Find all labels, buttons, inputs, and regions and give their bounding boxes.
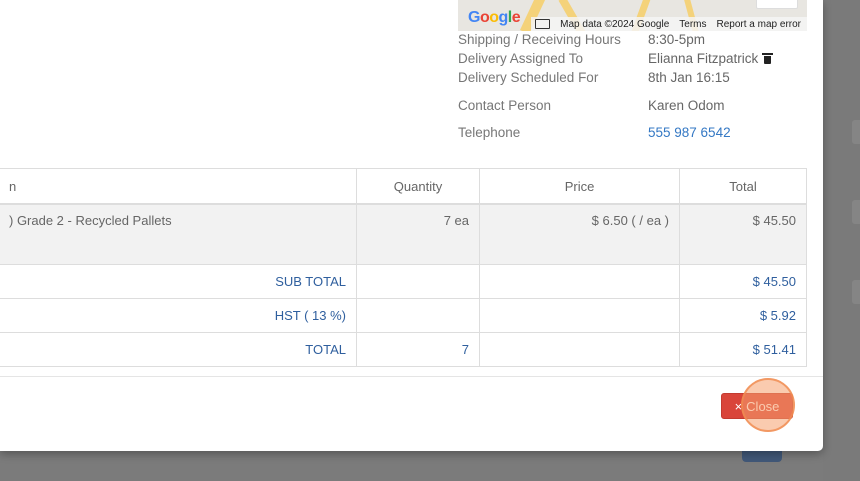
detail-assigned-to: Delivery Assigned To Elianna Fitzpatrick	[458, 51, 808, 71]
detail-contact-person: Contact Person Karen Odom	[458, 98, 808, 118]
map-data-text: Map data ©2024 Google	[560, 18, 670, 30]
modal-footer-divider	[0, 376, 823, 377]
modal-backdrop[interactable]	[823, 0, 860, 481]
item-quantity: 7 ea	[356, 203, 480, 265]
tax-row: HST ( 13 %) $ 5.92	[0, 298, 807, 333]
telephone-link[interactable]: 555 987 6542	[648, 125, 731, 140]
background-tab	[852, 280, 860, 304]
detail-shipping-hours: Shipping / Receiving Hours 8:30-5pm	[458, 32, 808, 52]
close-button[interactable]: × Close	[721, 393, 793, 419]
item-name-link[interactable]: ) Grade 2 - Recycled Pallets	[0, 203, 357, 265]
detail-label: Telephone	[458, 125, 521, 140]
header-quantity: Quantity	[356, 168, 480, 205]
total-label: TOTAL	[0, 332, 357, 367]
order-items-table: n Quantity Price Total ) Grade 2 - Recyc…	[0, 168, 807, 367]
tax-label: HST ( 13 %)	[0, 298, 357, 333]
detail-value: Karen Odom	[648, 98, 725, 113]
trash-icon[interactable]	[762, 53, 774, 64]
map-view[interactable]: Google Map data ©2024 Google Terms Repor…	[458, 0, 807, 31]
background-tab	[852, 120, 860, 144]
table-header-row: n Quantity Price Total	[0, 168, 807, 205]
header-total: Total	[679, 168, 807, 205]
google-logo: Google	[468, 9, 521, 26]
table-row: ) Grade 2 - Recycled Pallets 7 ea $ 6.50…	[0, 203, 807, 265]
total-value: $ 51.41	[679, 332, 807, 367]
detail-label: Shipping / Receiving Hours	[458, 32, 621, 47]
header-item: n	[0, 168, 357, 205]
detail-value: 8th Jan 16:15	[648, 70, 730, 85]
header-price: Price	[479, 168, 680, 205]
close-icon: ×	[734, 398, 743, 414]
map-zoom-control[interactable]	[756, 0, 798, 9]
detail-value: 8:30-5pm	[648, 32, 706, 47]
tax-value: $ 5.92	[679, 298, 807, 333]
total-row: TOTAL 7 $ 51.41	[0, 332, 807, 367]
detail-telephone: Telephone 555 987 6542	[458, 125, 808, 145]
map-report-link[interactable]: Report a map error	[717, 19, 801, 30]
item-total: $ 45.50	[679, 203, 807, 265]
detail-label: Delivery Scheduled For	[458, 70, 599, 85]
map-terms-link[interactable]: Terms	[679, 19, 706, 30]
detail-label: Delivery Assigned To	[458, 51, 584, 66]
subtotal-row: SUB TOTAL $ 45.50	[0, 264, 807, 299]
close-label: Close	[746, 398, 780, 414]
item-price: $ 6.50 ( / ea )	[479, 203, 680, 265]
delivery-modal: Google Map data ©2024 Google Terms Repor…	[0, 0, 823, 451]
keyboard-icon[interactable]	[535, 19, 551, 29]
detail-label: Contact Person	[458, 98, 552, 113]
subtotal-label: SUB TOTAL	[0, 264, 357, 299]
detail-value: Elianna Fitzpatrick	[648, 51, 774, 66]
total-quantity: 7	[356, 332, 480, 367]
background-tab	[852, 200, 860, 224]
map-attribution: Map data ©2024 Google Terms Report a map…	[531, 17, 807, 31]
detail-scheduled-for: Delivery Scheduled For 8th Jan 16:15	[458, 70, 808, 90]
subtotal-value: $ 45.50	[679, 264, 807, 299]
